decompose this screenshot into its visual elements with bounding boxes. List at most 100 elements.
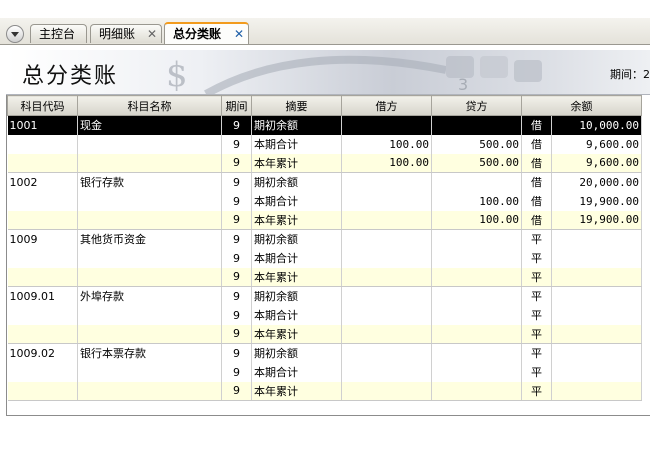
account-code-cell: [7, 267, 78, 287]
credit-cell: [431, 248, 522, 268]
summary-cell: 本期合计: [251, 305, 342, 325]
summary-cell: 本期合计: [251, 191, 342, 211]
column-header-period[interactable]: 期间: [221, 95, 252, 116]
tab-strip: 主控台 明细账 ✕ 总分类账 ✕: [0, 18, 650, 45]
table-row[interactable]: 9 本期合计 平: [7, 248, 642, 268]
page-title: 总分类账: [22, 64, 119, 89]
credit-cell: 100.00: [431, 210, 522, 230]
debit-cell: [341, 248, 432, 268]
summary-cell: 本年累计: [251, 210, 342, 230]
credit-cell: [431, 229, 522, 249]
period-cell: 9: [221, 153, 252, 173]
balance-direction-cell: 平: [521, 324, 552, 344]
account-name-cell: [77, 191, 222, 211]
tab-list-dropdown-button[interactable]: [6, 25, 24, 43]
balance-direction-cell: 借: [521, 153, 552, 173]
table-row[interactable]: 9 本期合计 平: [7, 305, 642, 325]
balance-cell: [551, 305, 642, 325]
credit-cell: [431, 324, 522, 344]
close-icon[interactable]: ✕: [234, 24, 244, 45]
table-row[interactable]: 9 本年累计 100.00 借 19,900.00: [7, 210, 642, 230]
table-row[interactable]: 9 本年累计 平: [7, 381, 642, 401]
balance-direction-cell: 借: [521, 115, 552, 135]
table-row[interactable]: 1009.01 外埠存款 9 期初余额 平: [7, 286, 642, 306]
account-code-cell: [7, 210, 78, 230]
balance-cell: 19,900.00: [551, 210, 642, 230]
debit-cell: [341, 381, 432, 401]
debit-cell: [341, 191, 432, 211]
balance-direction-cell: 借: [521, 191, 552, 211]
balance-direction-cell: 平: [521, 267, 552, 287]
account-code-cell: 1009.02: [7, 343, 78, 363]
close-icon[interactable]: ✕: [147, 25, 157, 43]
debit-cell: [341, 305, 432, 325]
balance-direction-cell: 平: [521, 229, 552, 249]
table-header-row: 科目代码 科目名称 期间 摘要 借方 贷方 余额: [7, 95, 642, 116]
ledger-grid[interactable]: 科目代码 科目名称 期间 摘要 借方 贷方 余额 1001 现金 9 期初余额借 10,…: [6, 95, 650, 415]
balance-direction-cell: 平: [521, 381, 552, 401]
column-header-debit[interactable]: 借方: [341, 95, 432, 116]
summary-cell: 本年累计: [251, 381, 342, 401]
debit-cell: [341, 229, 432, 249]
debit-cell: [341, 324, 432, 344]
account-name-cell: [77, 324, 222, 344]
account-name-cell: [77, 381, 222, 401]
account-name-cell: [77, 210, 222, 230]
table-row[interactable]: 1002 银行存款 9 期初余额 借 20,000.00: [7, 172, 642, 192]
balance-cell: [551, 362, 642, 382]
balance-cell: [551, 286, 642, 306]
tab-general-ledger[interactable]: 总分类账 ✕: [164, 22, 249, 44]
period-cell: 9: [221, 115, 252, 135]
column-header-name[interactable]: 科目名称: [77, 95, 222, 116]
debit-cell: [341, 343, 432, 363]
account-code-cell: 1009: [7, 229, 78, 249]
column-header-code[interactable]: 科目代码: [7, 95, 78, 116]
account-name-cell: [77, 248, 222, 268]
period-cell: 9: [221, 286, 252, 306]
column-header-credit[interactable]: 贷方: [431, 95, 522, 116]
table-row[interactable]: 9 本年累计 平: [7, 267, 642, 287]
table-row[interactable]: 9 本期合计 100.00 500.00 借 9,600.00: [7, 134, 642, 154]
balance-cell: 9,600.00: [551, 134, 642, 154]
debit-cell: [341, 267, 432, 287]
account-name-cell: [77, 153, 222, 173]
period-cell: 9: [221, 229, 252, 249]
table-row[interactable]: 1009 其他货币资金 9 期初余额 平: [7, 229, 642, 249]
balance-cell: 20,000.00: [551, 172, 642, 192]
table-row[interactable]: 9 本年累计 100.00 500.00 借 9,600.00: [7, 153, 642, 173]
debit-cell: [341, 172, 432, 192]
account-name-cell: 现金: [77, 115, 222, 135]
period-cell: 9: [221, 191, 252, 211]
account-code-cell: [7, 134, 78, 154]
column-header-balance[interactable]: 余额: [521, 95, 642, 116]
summary-cell: 本年累计: [251, 267, 342, 287]
summary-cell: 本年累计: [251, 153, 342, 173]
summary-cell: 期初余额: [251, 229, 342, 249]
account-code-cell: [7, 191, 78, 211]
balance-cell: [551, 343, 642, 363]
period-label: 期间：2: [610, 68, 650, 81]
credit-cell: 500.00: [431, 134, 522, 154]
balance-cell: [551, 248, 642, 268]
period-cell: 9: [221, 324, 252, 344]
table-row[interactable]: 1009.02 银行本票存款 9 期初余额 平: [7, 343, 642, 363]
account-name-cell: 外埠存款: [77, 286, 222, 306]
tab-main-console[interactable]: 主控台: [30, 24, 87, 43]
tab-detail-ledger[interactable]: 明细账 ✕: [90, 24, 162, 43]
summary-cell: 期初余额: [251, 172, 342, 192]
credit-cell: 500.00: [431, 153, 522, 173]
period-cell: 9: [221, 267, 252, 287]
period-cell: 9: [221, 305, 252, 325]
table-row[interactable]: 9 本年累计 平: [7, 324, 642, 344]
table-row[interactable]: 9 本期合计 平: [7, 362, 642, 382]
credit-cell: [431, 115, 522, 135]
column-header-summary[interactable]: 摘要: [251, 95, 342, 116]
debit-cell: [341, 362, 432, 382]
tab-label: 主控台: [39, 27, 76, 41]
table-row[interactable]: 1001 现金 9 期初余额 借 10,000.00: [7, 115, 642, 135]
table-row[interactable]: 9 本期合计 100.00 借 19,900.00: [7, 191, 642, 211]
credit-cell: [431, 172, 522, 192]
summary-cell: 期初余额: [251, 115, 342, 135]
period-cell: 9: [221, 248, 252, 268]
balance-cell: 9,600.00: [551, 153, 642, 173]
